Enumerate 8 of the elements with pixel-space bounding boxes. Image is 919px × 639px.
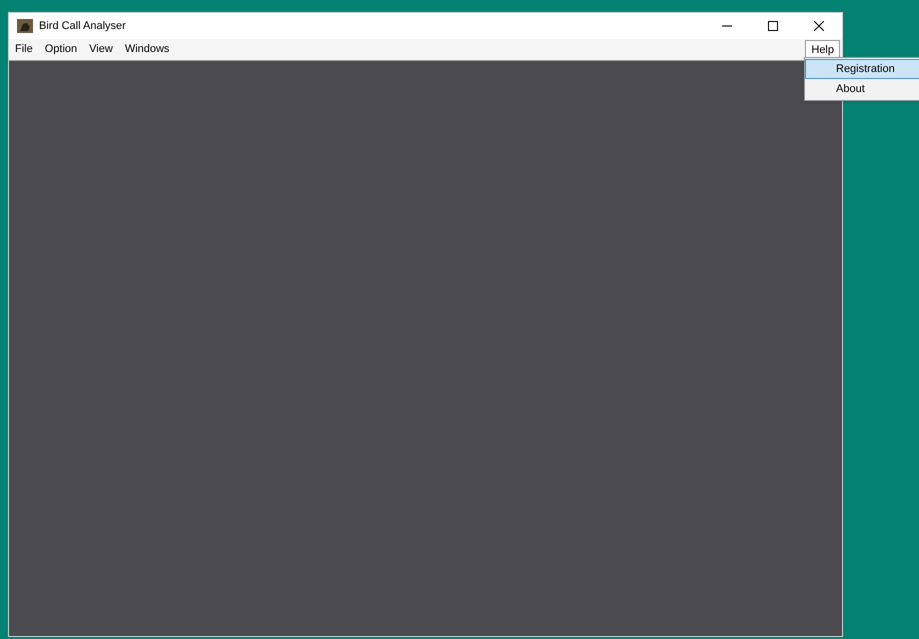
window-title: Bird Call Analyser (39, 18, 126, 34)
menu-item[interactable]: File (9, 40, 39, 59)
menu-item[interactable]: Option (38, 40, 84, 59)
menu-item[interactable]: View (83, 40, 119, 59)
dropdown-item[interactable]: About (805, 79, 919, 99)
dropdown-item[interactable]: Registration (805, 59, 919, 79)
menu-item[interactable]: Help (805, 40, 840, 60)
menu-item[interactable]: Windows (118, 40, 176, 59)
